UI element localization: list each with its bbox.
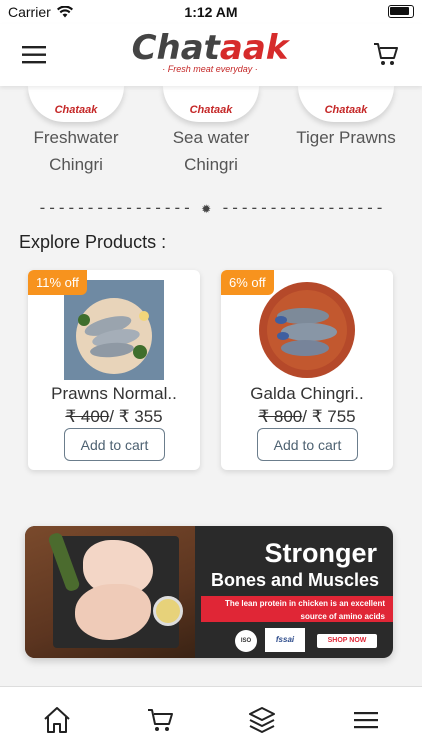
product-price: ₹ 800/ ₹ 755	[221, 407, 393, 427]
cart-icon[interactable]	[146, 705, 176, 735]
add-to-cart-button[interactable]: Add to cart	[64, 428, 165, 461]
battery-icon	[388, 5, 414, 18]
discount-badge: 11% off	[28, 270, 87, 295]
promo-banner[interactable]: Stronger Bones and Muscles The lean prot…	[25, 526, 393, 658]
banner-image-dish	[153, 596, 183, 626]
app-header: Chataak · Fresh meat everyday ·	[0, 24, 422, 86]
discount-badge: 6% off	[221, 270, 274, 295]
hamburger-menu-icon[interactable]	[22, 44, 48, 66]
banner-headline: Stronger	[264, 538, 377, 568]
category-label: Tiger Prawns	[296, 128, 396, 147]
old-price: ₹ 800	[258, 407, 303, 426]
product-name: Galda Chingri..	[250, 384, 364, 403]
category-thumbnail: Chataak	[28, 86, 124, 122]
shop-now-button[interactable]: SHOP NOW	[317, 634, 377, 648]
layers-icon[interactable]	[247, 705, 277, 735]
banner-subtext-line2: source of amino acids	[300, 612, 385, 621]
category-freshwater-chingri[interactable]: Chataak Freshwater Chingri	[6, 86, 146, 178]
new-price: ₹ 355	[114, 407, 163, 426]
product-card-galda-chingri[interactable]: 6% off Galda Chingri.. ₹ 800/ ₹ 755 Add …	[221, 270, 393, 470]
menu-icon[interactable]	[351, 705, 381, 735]
cart-icon[interactable]	[372, 40, 400, 68]
category-row: Chataak Freshwater Chingri Chataak Sea w…	[0, 86, 422, 186]
section-divider: ---------------- ✹ -----------------	[37, 198, 385, 217]
category-label: Sea water Chingri	[172, 128, 250, 174]
logo-wordmark: Chataak	[131, 28, 289, 68]
brand-logo[interactable]: Chataak · Fresh meat everyday ·	[110, 28, 310, 82]
banner-info-strip: The lean protein in chicken is an excell…	[201, 596, 393, 622]
status-bar: Carrier 1:12 AM	[0, 0, 422, 24]
bottom-tab-bar	[0, 686, 422, 750]
category-sea-water-chingri[interactable]: Chataak Sea water Chingri	[141, 86, 281, 178]
banner-subtext-line1: The lean protein in chicken is an excell…	[224, 599, 385, 608]
category-label: Freshwater Chingri	[33, 128, 119, 174]
home-icon[interactable]	[42, 705, 72, 735]
category-thumbnail: Chataak	[298, 86, 394, 122]
category-tiger-prawns[interactable]: Chataak Tiger Prawns	[276, 86, 416, 151]
status-time: 1:12 AM	[184, 4, 238, 20]
content-scroll[interactable]: Chataak Freshwater Chingri Chataak Sea w…	[0, 86, 422, 686]
product-price: ₹ 400/ ₹ 355	[28, 407, 200, 427]
product-card-prawns-normal[interactable]: 11% off Prawns Normal.. ₹ 400/ ₹ 355 Add…	[28, 270, 200, 470]
add-to-cart-button[interactable]: Add to cart	[257, 428, 358, 461]
new-price: ₹ 755	[307, 407, 356, 426]
fssai-badge: fssai	[265, 628, 305, 652]
old-price: ₹ 400	[65, 407, 110, 426]
iso-badge: ISO	[235, 630, 257, 652]
product-name: Prawns Normal..	[51, 384, 177, 403]
product-image-galda-chingri	[257, 280, 357, 380]
banner-subheadline: Bones and Muscles	[210, 570, 379, 590]
explore-products-title: Explore Products :	[19, 232, 167, 252]
category-thumbnail: Chataak	[163, 86, 259, 122]
product-image-prawns	[64, 280, 164, 380]
